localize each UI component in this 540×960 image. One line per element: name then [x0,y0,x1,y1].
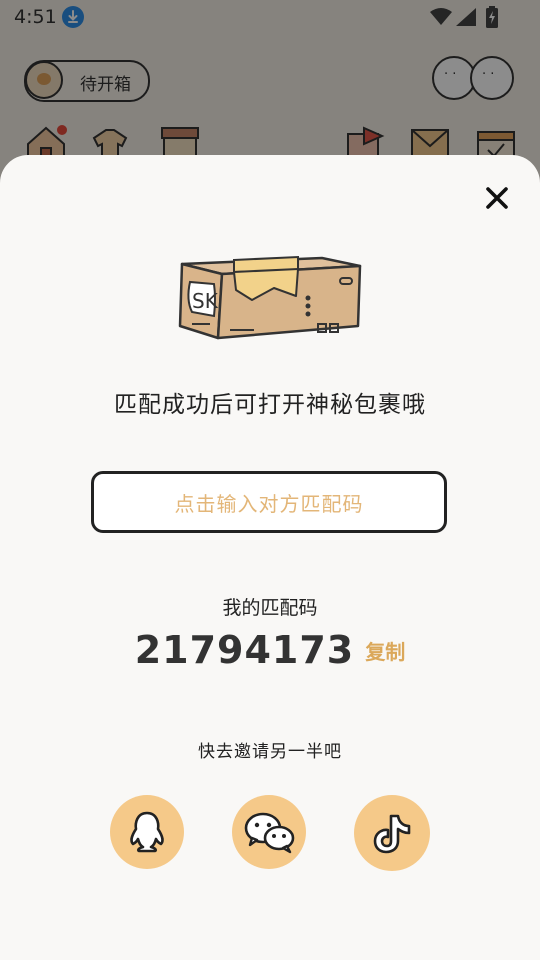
share-qq-button[interactable] [110,795,184,869]
my-code-value: 21794173 [134,628,355,672]
share-wechat-button[interactable] [232,795,306,869]
wechat-icon [244,812,295,854]
box-sk-label: SK [192,289,219,313]
copy-button[interactable]: 复制 [365,640,405,664]
invite-text: 快去邀请另一半吧 [198,742,342,762]
qq-icon [130,811,164,853]
douyin-icon [373,814,411,854]
input-placeholder: 点击输入对方匹配码 [174,491,364,516]
mystery-box-illustration: SK [178,255,362,340]
share-douyin-button[interactable] [354,795,430,871]
partner-code-input[interactable]: 点击输入对方匹配码 [91,471,447,533]
my-code-label: 我的匹配码 [222,597,318,619]
my-code-row: 21794173 复制 [0,628,540,672]
match-code-sheet: SK 匹配成功后可打开神秘包裹哦 点击输入对方匹配码 我的匹配码 2179417… [0,155,540,960]
match-hint-text: 匹配成功后可打开神秘包裹哦 [114,392,426,418]
close-icon[interactable] [482,183,512,213]
